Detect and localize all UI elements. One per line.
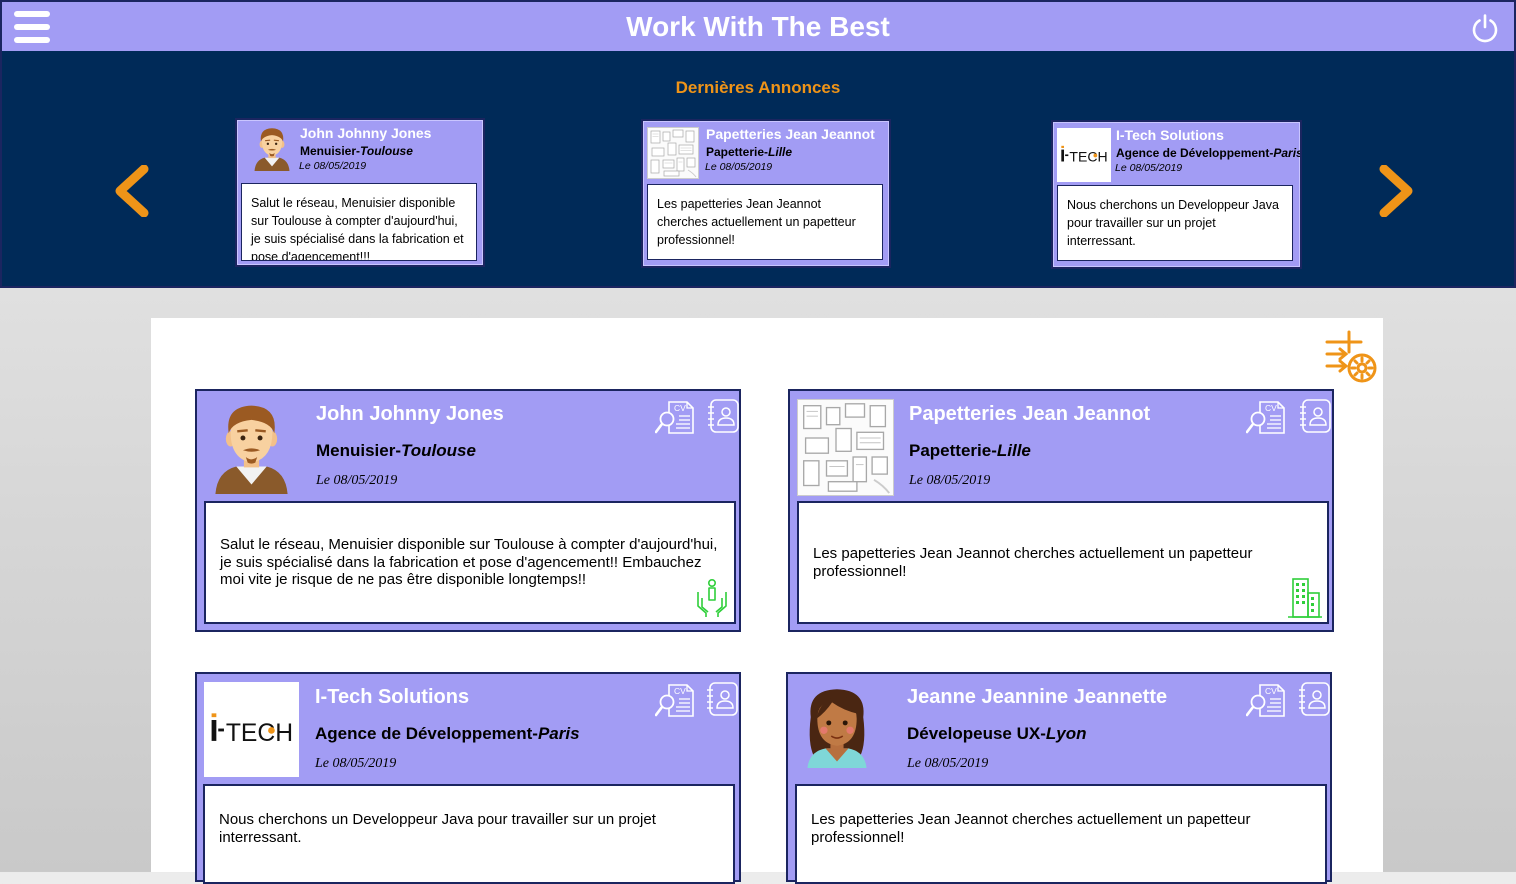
post-date: Le 08/05/2019 xyxy=(907,756,989,771)
cv-search-icon[interactable] xyxy=(655,682,695,718)
announcement-name: Papetteries Jean Jeannot xyxy=(706,126,875,142)
power-icon[interactable] xyxy=(1470,13,1500,43)
paper-logo-icon xyxy=(647,127,699,179)
banner-title: Dernières Annonces xyxy=(675,78,841,97)
post-message-box: Salut le réseau, Menuisier disponible su… xyxy=(204,501,736,624)
announcement-date: Le 08/05/2019 xyxy=(299,160,367,172)
app-title: Work With The Best xyxy=(626,11,890,42)
post-author-name: Papetteries Jean Jeannot xyxy=(909,403,1151,425)
post-card: I-Tech Solutions Agence de Développement… xyxy=(195,672,741,884)
announcement-job: Agence de Développement-Paris xyxy=(1116,146,1302,160)
avatar-man-icon xyxy=(204,399,299,494)
post-date: Le 08/05/2019 xyxy=(909,473,991,488)
announcement-name: John Johnny Jones xyxy=(300,125,432,141)
announcement-job: Papetterie-Lille xyxy=(706,145,793,159)
announcement-job: Menuisier-Toulouse xyxy=(300,144,413,158)
post-author-name: John Johnny Jones xyxy=(316,403,504,425)
post-author-name: Jeanne Jeannine Jeannette xyxy=(907,686,1168,708)
post-message: Salut le réseau, Menuisier disponible su… xyxy=(220,536,718,589)
itech-logo-icon xyxy=(204,682,299,777)
post-author-name: I-Tech Solutions xyxy=(315,686,470,708)
contact-book-icon[interactable] xyxy=(706,682,738,716)
paper-logo-icon xyxy=(797,399,894,496)
latest-announcements-banner: Dernières Annonces John Johnny Jones Men… xyxy=(0,51,1516,288)
post-card: Jeanne Jeannine Jeannette Dévelopeuse UX… xyxy=(786,672,1332,884)
announcement-message: Nous cherchons un Developpeur Java pour … xyxy=(1057,185,1293,261)
announcement-card[interactable]: I-Tech Solutions Agence de Développement… xyxy=(1051,120,1302,269)
top-bar: Work With The Best xyxy=(0,0,1516,53)
hands-person-icon xyxy=(694,576,730,618)
avatar-woman-icon xyxy=(796,682,878,772)
building-icon xyxy=(1287,576,1323,618)
post-card: Papetteries Jean Jeannot Papetterie-Lill… xyxy=(788,389,1334,632)
announcement-message: Salut le réseau, Menuisier disponible su… xyxy=(241,183,477,261)
announcement-date: Le 08/05/2019 xyxy=(705,161,773,173)
post-job: Dévelopeuse UX-Lyon xyxy=(907,724,1087,743)
announcement-name: I-Tech Solutions xyxy=(1116,127,1224,143)
cv-search-icon[interactable] xyxy=(1246,399,1286,435)
filter-settings-icon[interactable] xyxy=(1325,330,1377,384)
announcement-date: Le 08/05/2019 xyxy=(1115,162,1183,174)
post-date: Le 08/05/2019 xyxy=(316,473,398,488)
post-date: Le 08/05/2019 xyxy=(315,756,397,771)
itech-logo-icon xyxy=(1057,128,1111,182)
post-job: Menuisier-Toulouse xyxy=(316,441,476,460)
post-message: Nous cherchons un Developpeur Java pour … xyxy=(219,811,656,846)
post-message: Les papetteries Jean Jeannot cherches ac… xyxy=(811,811,1251,846)
announcement-card[interactable]: John Johnny Jones Menuisier-Toulouse Le … xyxy=(235,118,485,267)
announcement-card[interactable]: Papetteries Jean Jeannot Papetterie-Lill… xyxy=(641,119,891,268)
chevron-right-icon[interactable] xyxy=(1376,165,1416,217)
main-feed: John Johnny Jones Menuisier-Toulouse Le … xyxy=(151,318,1383,884)
announcement-message: Les papetteries Jean Jeannot cherches ac… xyxy=(647,184,883,260)
contact-book-icon[interactable] xyxy=(1298,682,1330,716)
chevron-left-icon[interactable] xyxy=(112,165,152,217)
avatar-man-icon xyxy=(249,124,295,172)
post-message-box: Les papetteries Jean Jeannot cherches ac… xyxy=(797,501,1329,624)
contact-book-icon[interactable] xyxy=(707,399,739,433)
cv-search-icon[interactable] xyxy=(655,399,695,435)
post-job: Papetterie-Lille xyxy=(909,441,1031,460)
post-card: John Johnny Jones Menuisier-Toulouse Le … xyxy=(195,389,741,632)
post-job: Agence de Développement-Paris xyxy=(315,724,580,743)
post-message-box: Les papetteries Jean Jeannot cherches ac… xyxy=(795,784,1327,884)
post-message-box: Nous cherchons un Developpeur Java pour … xyxy=(203,784,735,884)
contact-book-icon[interactable] xyxy=(1299,399,1331,433)
post-message: Les papetteries Jean Jeannot cherches ac… xyxy=(813,545,1253,580)
cv-search-icon[interactable] xyxy=(1246,682,1286,718)
